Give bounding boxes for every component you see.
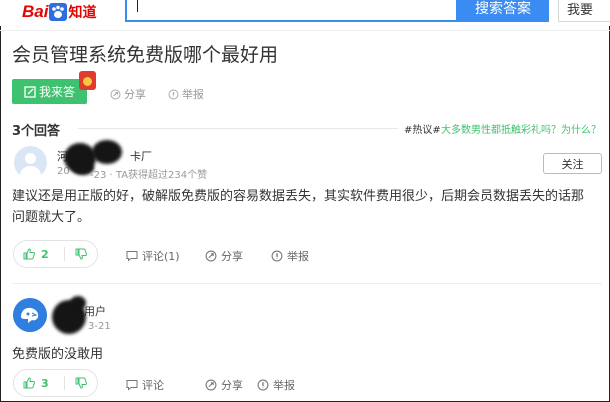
question-title: 会员管理系统免费版哪个最好用 — [12, 44, 279, 66]
author-name-end[interactable]: 卡厂 — [130, 148, 152, 164]
report-button[interactable]: 举报 — [257, 377, 295, 393]
thumbs-up-icon — [23, 377, 35, 389]
report-icon — [168, 89, 179, 99]
question-report-label: 举报 — [182, 88, 204, 101]
report-label: 举报 — [273, 379, 295, 392]
hot-topic-link[interactable]: 大多数男性都抵触彩礼吗？为什么？ — [441, 121, 601, 136]
answer-meta: 3-21 — [88, 321, 111, 332]
section-divider — [78, 128, 398, 129]
report-label: 举报 — [287, 250, 309, 263]
search-button[interactable]: 搜索答案 — [457, 0, 549, 22]
share-icon — [205, 250, 217, 262]
question-share-label: 分享 — [124, 88, 146, 101]
question-share[interactable]: 分享 — [110, 86, 146, 102]
answer-button-label: 我来答 — [39, 85, 76, 99]
thumbs-down-icon — [75, 377, 87, 389]
like-button[interactable]: 2 — [14, 248, 64, 261]
share-label: 分享 — [221, 250, 243, 263]
comment-icon — [126, 251, 138, 262]
comment-button[interactable]: 评论 — [126, 377, 164, 393]
ask-question-button[interactable]: 我要 — [558, 0, 610, 22]
report-button[interactable]: 举报 — [271, 248, 309, 264]
answer-meta: -23 · TA获得超过234个赞 — [90, 170, 208, 181]
comment-button[interactable]: 评论(1) — [126, 248, 180, 264]
search-input[interactable] — [125, 0, 458, 22]
answer-text: 建议还是用正版的好，破解版免费版的容易数据丢失，其实软件费用很少，后期会员数据丢… — [12, 186, 602, 228]
avatar[interactable] — [14, 146, 47, 179]
vote-control: 2 — [13, 240, 98, 268]
answer-count: 3个回答 — [12, 124, 61, 139]
answer-text: 免费版的没敢用 — [12, 347, 104, 362]
answer-button[interactable]: 我来答 — [12, 79, 87, 104]
baidu-paw-icon — [49, 3, 68, 21]
edit-icon — [24, 85, 36, 98]
logo-zhidao-text: 知道 — [68, 5, 97, 21]
dislike-button[interactable] — [65, 248, 97, 260]
redaction-scribble — [70, 296, 86, 310]
comment-icon — [126, 380, 138, 391]
header-divider — [0, 30, 610, 31]
answer-text-line: 建议还是用正版的好，破解版免费版的容易数据丢失，其实软件费用很少，后期会员数据丢… — [12, 189, 585, 204]
share-button[interactable]: 分享 — [205, 248, 243, 264]
report-icon — [257, 379, 269, 391]
share-icon — [205, 379, 217, 391]
share-icon — [110, 89, 121, 99]
question-report[interactable]: 举报 — [168, 86, 204, 102]
author-name[interactable]: 用户 — [84, 303, 106, 319]
comment-label: 评论 — [142, 379, 164, 392]
avatar[interactable] — [13, 298, 47, 332]
redaction-scribble — [72, 161, 94, 175]
text-caret — [137, 0, 138, 12]
like-count: 2 — [41, 247, 49, 261]
comment-label: 评论(1) — [142, 250, 180, 263]
anonymous-user-icon — [13, 298, 47, 332]
report-icon — [271, 250, 283, 262]
share-label: 分享 — [221, 379, 243, 392]
answer-separator — [12, 283, 602, 284]
top-bar: Bai 知道 搜索答案 我要 — [0, 0, 610, 26]
vote-control: 3 — [13, 369, 98, 397]
thumbs-up-icon — [23, 248, 35, 260]
redaction-scribble — [92, 140, 122, 164]
thumbs-down-icon — [75, 248, 87, 260]
answer-text-line: 问题就大了。 — [12, 210, 91, 225]
baidu-zhidao-logo[interactable]: Bai 知道 — [22, 2, 96, 22]
hot-tag: #热议# — [404, 125, 441, 136]
dislike-button[interactable] — [65, 377, 97, 389]
like-count: 3 — [41, 376, 49, 390]
share-button[interactable]: 分享 — [205, 377, 243, 393]
logo-bai-text: Bai — [22, 2, 49, 21]
like-button[interactable]: 3 — [14, 377, 64, 390]
red-envelope-icon — [79, 71, 96, 90]
follow-button[interactable]: 关注 — [543, 153, 602, 174]
